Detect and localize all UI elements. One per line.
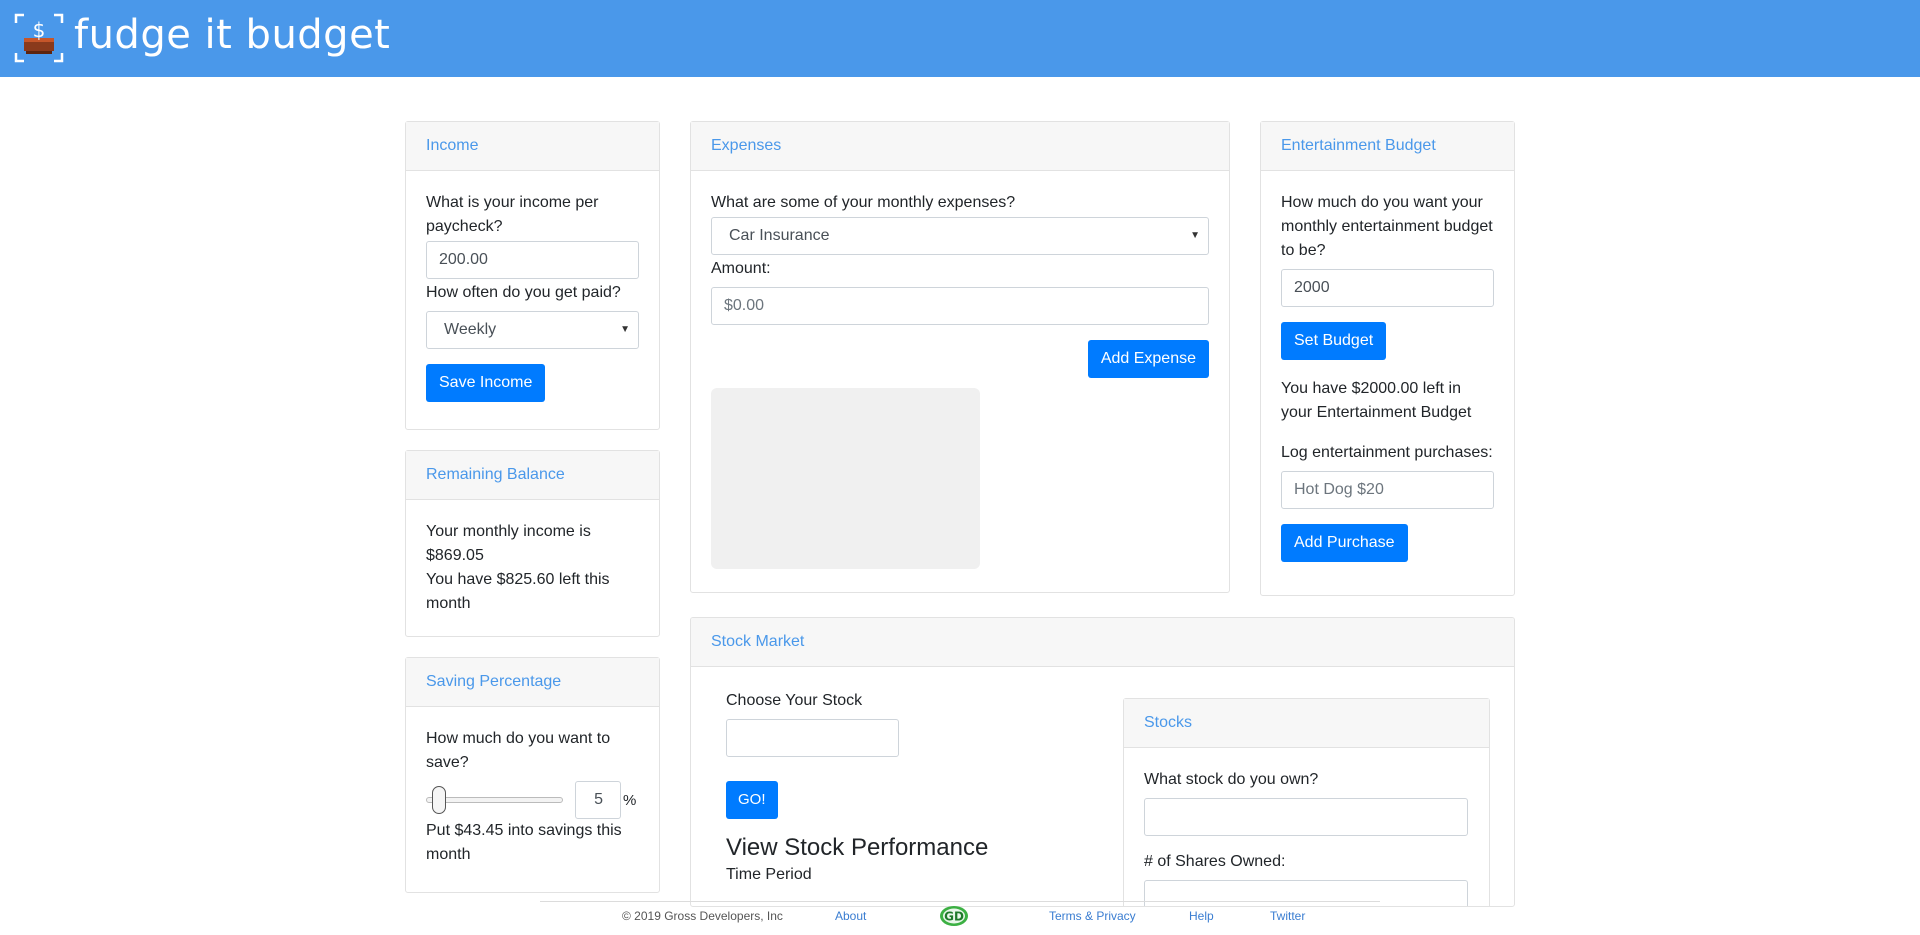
savings-result-text: Put $43.45 into savings this month: [426, 822, 622, 863]
add-expense-button[interactable]: Add Expense: [1087, 340, 1209, 378]
developer-logo-text: GD: [944, 910, 964, 924]
pay-frequency-select[interactable]: Weekly ▼: [426, 311, 639, 349]
remaining-balance-card: Remaining Balance Your monthly income is…: [405, 450, 660, 637]
footer-about-link[interactable]: About: [835, 909, 866, 923]
entertainment-budget-card: Entertainment Budget How much do you wan…: [1260, 121, 1515, 596]
stock-owned-question: What stock do you own?: [1144, 771, 1319, 788]
shares-owned-label: # of Shares Owned:: [1144, 853, 1286, 870]
go-button[interactable]: GO!: [726, 781, 778, 819]
expense-category-select[interactable]: Car Insurance ▼: [711, 217, 1209, 255]
income-card: Income What is your income per paycheck?…: [405, 121, 660, 430]
expense-amount-input[interactable]: $0.00: [711, 287, 1209, 325]
income-card-title: Income: [406, 122, 659, 171]
stocks-card-title: Stocks: [1124, 699, 1489, 748]
expenses-question: What are some of your monthly expenses?: [711, 194, 1016, 211]
log-purchases-label: Log entertainment purchases:: [1281, 444, 1493, 461]
svg-text:$: $: [33, 18, 46, 42]
stock-market-card: Stock Market Choose Your Stock GO! View …: [690, 617, 1515, 907]
stock-owned-input[interactable]: [1144, 798, 1468, 836]
saving-question: How much do you want to save?: [426, 730, 611, 771]
remaining-balance-title: Remaining Balance: [406, 451, 659, 500]
chevron-down-icon: ▼: [620, 324, 630, 335]
saving-slider-thumb[interactable]: [432, 786, 446, 814]
pay-frequency-value: Weekly: [444, 321, 497, 338]
purchase-input[interactable]: Hot Dog $20: [1281, 471, 1494, 509]
set-budget-button[interactable]: Set Budget: [1281, 322, 1387, 360]
saving-percentage-title: Saving Percentage: [406, 658, 659, 707]
entertainment-budget-input[interactable]: 2000: [1281, 269, 1494, 307]
footer-copyright: © 2019 Gross Developers, Inc: [622, 909, 783, 923]
saving-percentage-card: Saving Percentage How much do you want t…: [405, 657, 660, 893]
chevron-down-icon: ▼: [1190, 230, 1200, 241]
footer-terms-link[interactable]: Terms & Privacy: [1049, 909, 1136, 923]
stock-market-title: Stock Market: [691, 618, 1514, 667]
stock-symbol-input[interactable]: [726, 719, 899, 757]
navbar: $ fudge it budget: [0, 0, 1920, 77]
stocks-card: Stocks What stock do you own? # of Share…: [1123, 698, 1490, 906]
expenses-card-title: Expenses: [691, 122, 1229, 171]
developer-logo-icon[interactable]: GD: [938, 904, 970, 928]
entertainment-budget-title: Entertainment Budget: [1261, 122, 1514, 171]
add-purchase-button[interactable]: Add Purchase: [1281, 524, 1408, 562]
expense-chart-placeholder: [711, 388, 980, 569]
percent-sign: %: [623, 792, 637, 809]
footer-help-link[interactable]: Help: [1189, 909, 1214, 923]
saving-control-row: 5 %: [426, 781, 639, 821]
income-question: What is your income per paycheck?: [426, 194, 599, 235]
amount-label: Amount:: [711, 260, 771, 277]
expenses-card: Expenses What are some of your monthly e…: [690, 121, 1230, 593]
saving-percent-input[interactable]: 5: [575, 781, 621, 819]
save-income-button[interactable]: Save Income: [426, 364, 546, 402]
footer-twitter-link[interactable]: Twitter: [1270, 909, 1305, 923]
footer-divider: [540, 901, 1380, 902]
income-input[interactable]: 200.00: [426, 241, 639, 279]
budget-logo-icon[interactable]: $: [14, 13, 64, 63]
saving-slider-track[interactable]: [426, 797, 563, 803]
left-this-month-text: You have $825.60 left this month: [426, 571, 610, 612]
entertainment-remaining-text: You have $2000.00 left in your Entertain…: [1281, 380, 1472, 421]
expense-category-value: Car Insurance: [729, 227, 830, 244]
pay-frequency-label: How often do you get paid?: [426, 284, 621, 301]
monthly-income-text: Your monthly income is $869.05: [426, 523, 591, 564]
brand-title[interactable]: fudge it budget: [74, 12, 390, 58]
shares-owned-input[interactable]: [1144, 880, 1468, 906]
entertainment-question: How much do you want your monthly entert…: [1281, 194, 1493, 259]
